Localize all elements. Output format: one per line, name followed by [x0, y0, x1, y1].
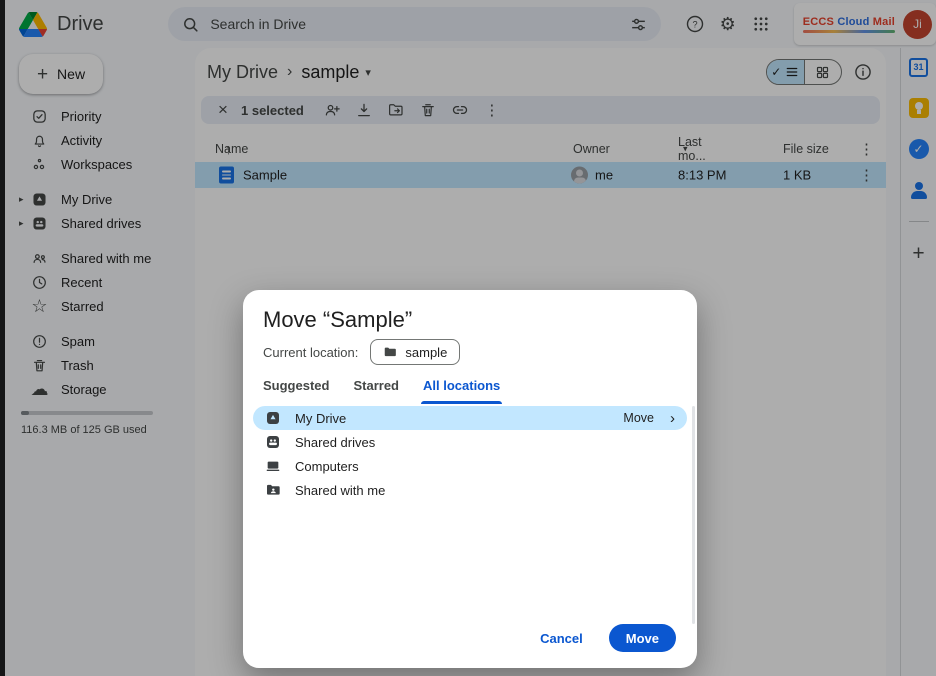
tab-starred[interactable]: Starred	[353, 378, 399, 397]
dialog-scrollbar[interactable]	[692, 406, 695, 624]
folder-icon	[383, 345, 397, 359]
location-label: Shared with me	[295, 483, 385, 498]
current-location-label: Current location:	[263, 345, 358, 360]
current-location-row: Current location: sample	[263, 338, 460, 366]
dialog-title: Move “Sample”	[263, 307, 412, 333]
location-row-computers[interactable]: Computers	[253, 454, 687, 478]
current-location-name: sample	[405, 345, 447, 360]
current-location-chip[interactable]: sample	[370, 339, 460, 365]
shared-folder-icon	[265, 482, 281, 498]
dialog-tabs: Suggested Starred All locations	[263, 378, 500, 397]
chevron-right-icon[interactable]: ›	[670, 410, 675, 427]
google-drive-window: Drive Search in Drive ? ⚙	[0, 0, 936, 676]
location-row-my-drive[interactable]: My Drive Move ›	[253, 406, 687, 430]
row-move-action[interactable]: Move	[623, 411, 654, 425]
location-label: Shared drives	[295, 435, 375, 450]
location-label: My Drive	[295, 411, 346, 426]
move-button[interactable]: Move	[609, 624, 676, 652]
my-drive-icon	[265, 410, 281, 426]
computer-icon	[265, 458, 281, 474]
cancel-button[interactable]: Cancel	[540, 631, 583, 646]
location-label: Computers	[295, 459, 359, 474]
dialog-footer: Cancel Move	[540, 624, 676, 652]
shared-drives-icon	[265, 434, 281, 450]
tab-suggested[interactable]: Suggested	[263, 378, 329, 397]
location-row-shared-with-me[interactable]: Shared with me	[253, 478, 687, 502]
move-dialog: Move “Sample” Current location: sample S…	[243, 290, 697, 668]
location-list: My Drive Move › Shared drives Computers	[253, 406, 687, 502]
tab-all-locations[interactable]: All locations	[423, 378, 500, 397]
location-row-shared-drives[interactable]: Shared drives	[253, 430, 687, 454]
